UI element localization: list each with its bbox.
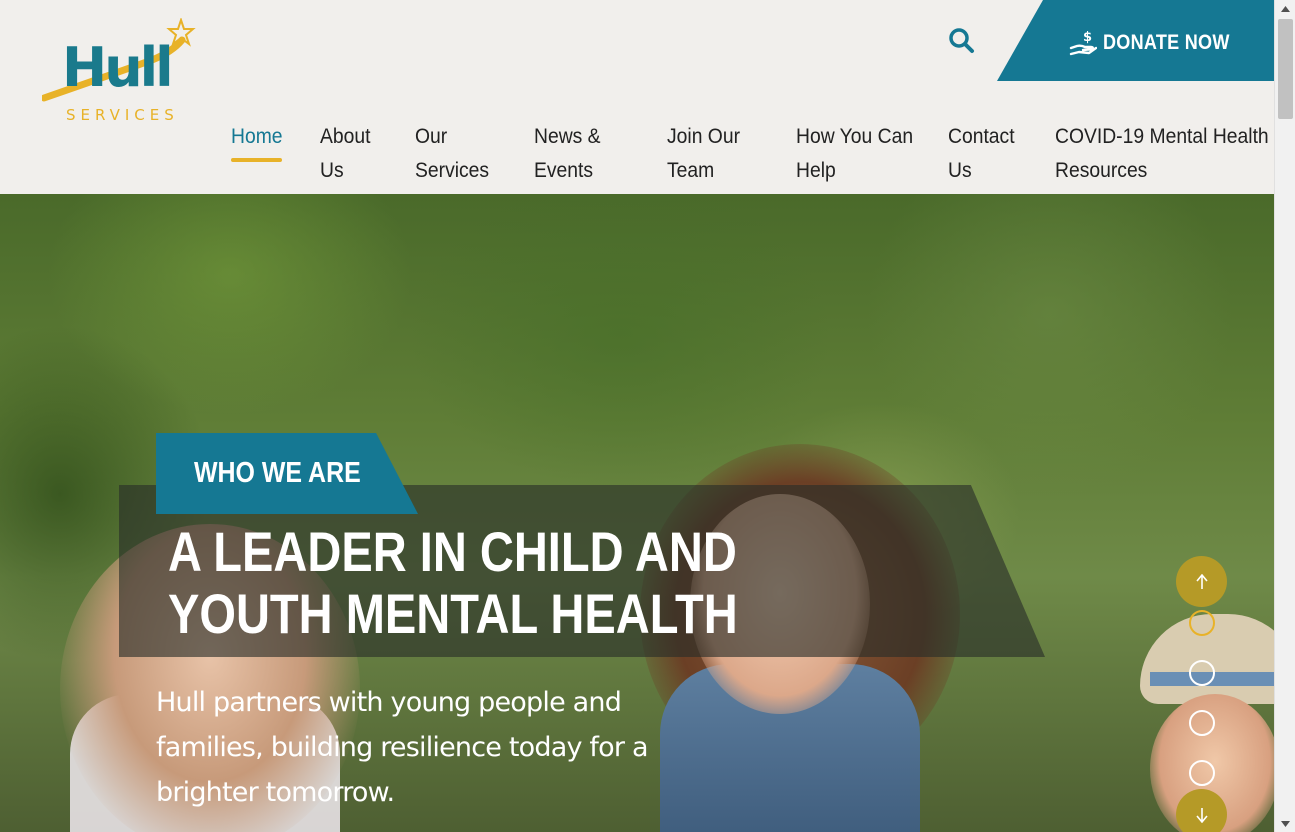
slide-dot-4[interactable]	[1189, 760, 1215, 786]
site-header: Hull SERVICES $ DONATE NOW Home About Us	[0, 0, 1274, 194]
nav-item-label-line2: Services	[415, 159, 490, 182]
nav-item-news-events[interactable]: News & Events	[534, 120, 601, 188]
donate-now-button[interactable]: $ DONATE NOW	[997, 0, 1274, 81]
nav-item-label-line2: Team	[667, 159, 715, 182]
scrollbar-thumb[interactable]	[1278, 19, 1293, 119]
who-we-are-label: WHO WE ARE	[194, 457, 361, 489]
nav-item-our-services[interactable]: Our Services	[415, 120, 489, 188]
nav-item-contact-us[interactable]: Contact Us	[948, 120, 1015, 188]
logo-wordmark: Hull	[62, 36, 174, 99]
nav-item-label-line2: Resources	[1055, 159, 1148, 182]
scroll-down-arrow-icon	[1281, 820, 1290, 827]
hero-title-line1: A LEADER IN CHILD AND	[168, 520, 737, 583]
page-scrollbar[interactable]	[1274, 0, 1295, 832]
scroll-up-button[interactable]	[1275, 0, 1295, 17]
donate-now-label: DONATE NOW	[1103, 31, 1230, 54]
hero-section: WHO WE ARE A LEADER IN CHILD AND YOUTH M…	[0, 194, 1274, 832]
nav-item-how-you-can-help[interactable]: How You Can Help	[796, 120, 913, 188]
nav-item-label-line1: Our	[415, 125, 448, 148]
nav-item-join-our-team[interactable]: Join Our Team	[667, 120, 740, 188]
arrow-up-icon	[1195, 573, 1208, 589]
nav-item-label-line1: COVID-19 Mental Health	[1055, 125, 1269, 148]
active-nav-underline	[231, 158, 282, 162]
svg-text:$: $	[1083, 30, 1092, 45]
previous-slide-button[interactable]	[1176, 556, 1227, 607]
nav-item-label-line1: Join Our	[667, 125, 741, 148]
nav-item-home[interactable]: Home	[231, 120, 283, 154]
slide-navigation	[1176, 556, 1228, 832]
arrow-down-icon	[1195, 807, 1208, 823]
donation-hand-icon: $	[1069, 30, 1097, 56]
nav-item-home-label: Home	[231, 125, 283, 148]
nav-item-label-line2: Us	[948, 159, 972, 182]
main-navigation: Home About Us Our Services News & Events…	[0, 120, 1274, 190]
search-button[interactable]	[947, 26, 977, 56]
nav-item-label-line2: Help	[796, 159, 836, 182]
nav-item-label-line1: Contact	[948, 125, 1015, 148]
search-icon	[949, 28, 974, 53]
nav-item-label-line1: How You Can	[796, 125, 914, 148]
scroll-down-button[interactable]	[1275, 815, 1295, 832]
nav-item-label-line1: News &	[534, 125, 601, 148]
nav-item-about-us[interactable]: About Us	[320, 120, 370, 188]
nav-item-label-line1: About	[320, 125, 371, 148]
hero-title-line2: YOUTH MENTAL HEALTH	[168, 582, 738, 645]
nav-item-covid-19-resources[interactable]: COVID-19 Mental Health Resources	[1055, 120, 1269, 188]
nav-item-label-line2: Events	[534, 159, 594, 182]
nav-item-label-line2: Us	[320, 159, 344, 182]
scroll-up-arrow-icon	[1281, 5, 1290, 12]
hero-subtitle: Hull partners with young people and fami…	[156, 687, 648, 808]
hero-title: A LEADER IN CHILD AND YOUTH MENTAL HEALT…	[168, 521, 738, 645]
slide-dot-3[interactable]	[1189, 710, 1215, 736]
next-slide-button[interactable]	[1176, 789, 1227, 832]
hull-services-logo[interactable]: Hull SERVICES	[42, 18, 198, 126]
slide-dot-1[interactable]	[1189, 610, 1215, 636]
slide-dot-2[interactable]	[1189, 660, 1215, 686]
